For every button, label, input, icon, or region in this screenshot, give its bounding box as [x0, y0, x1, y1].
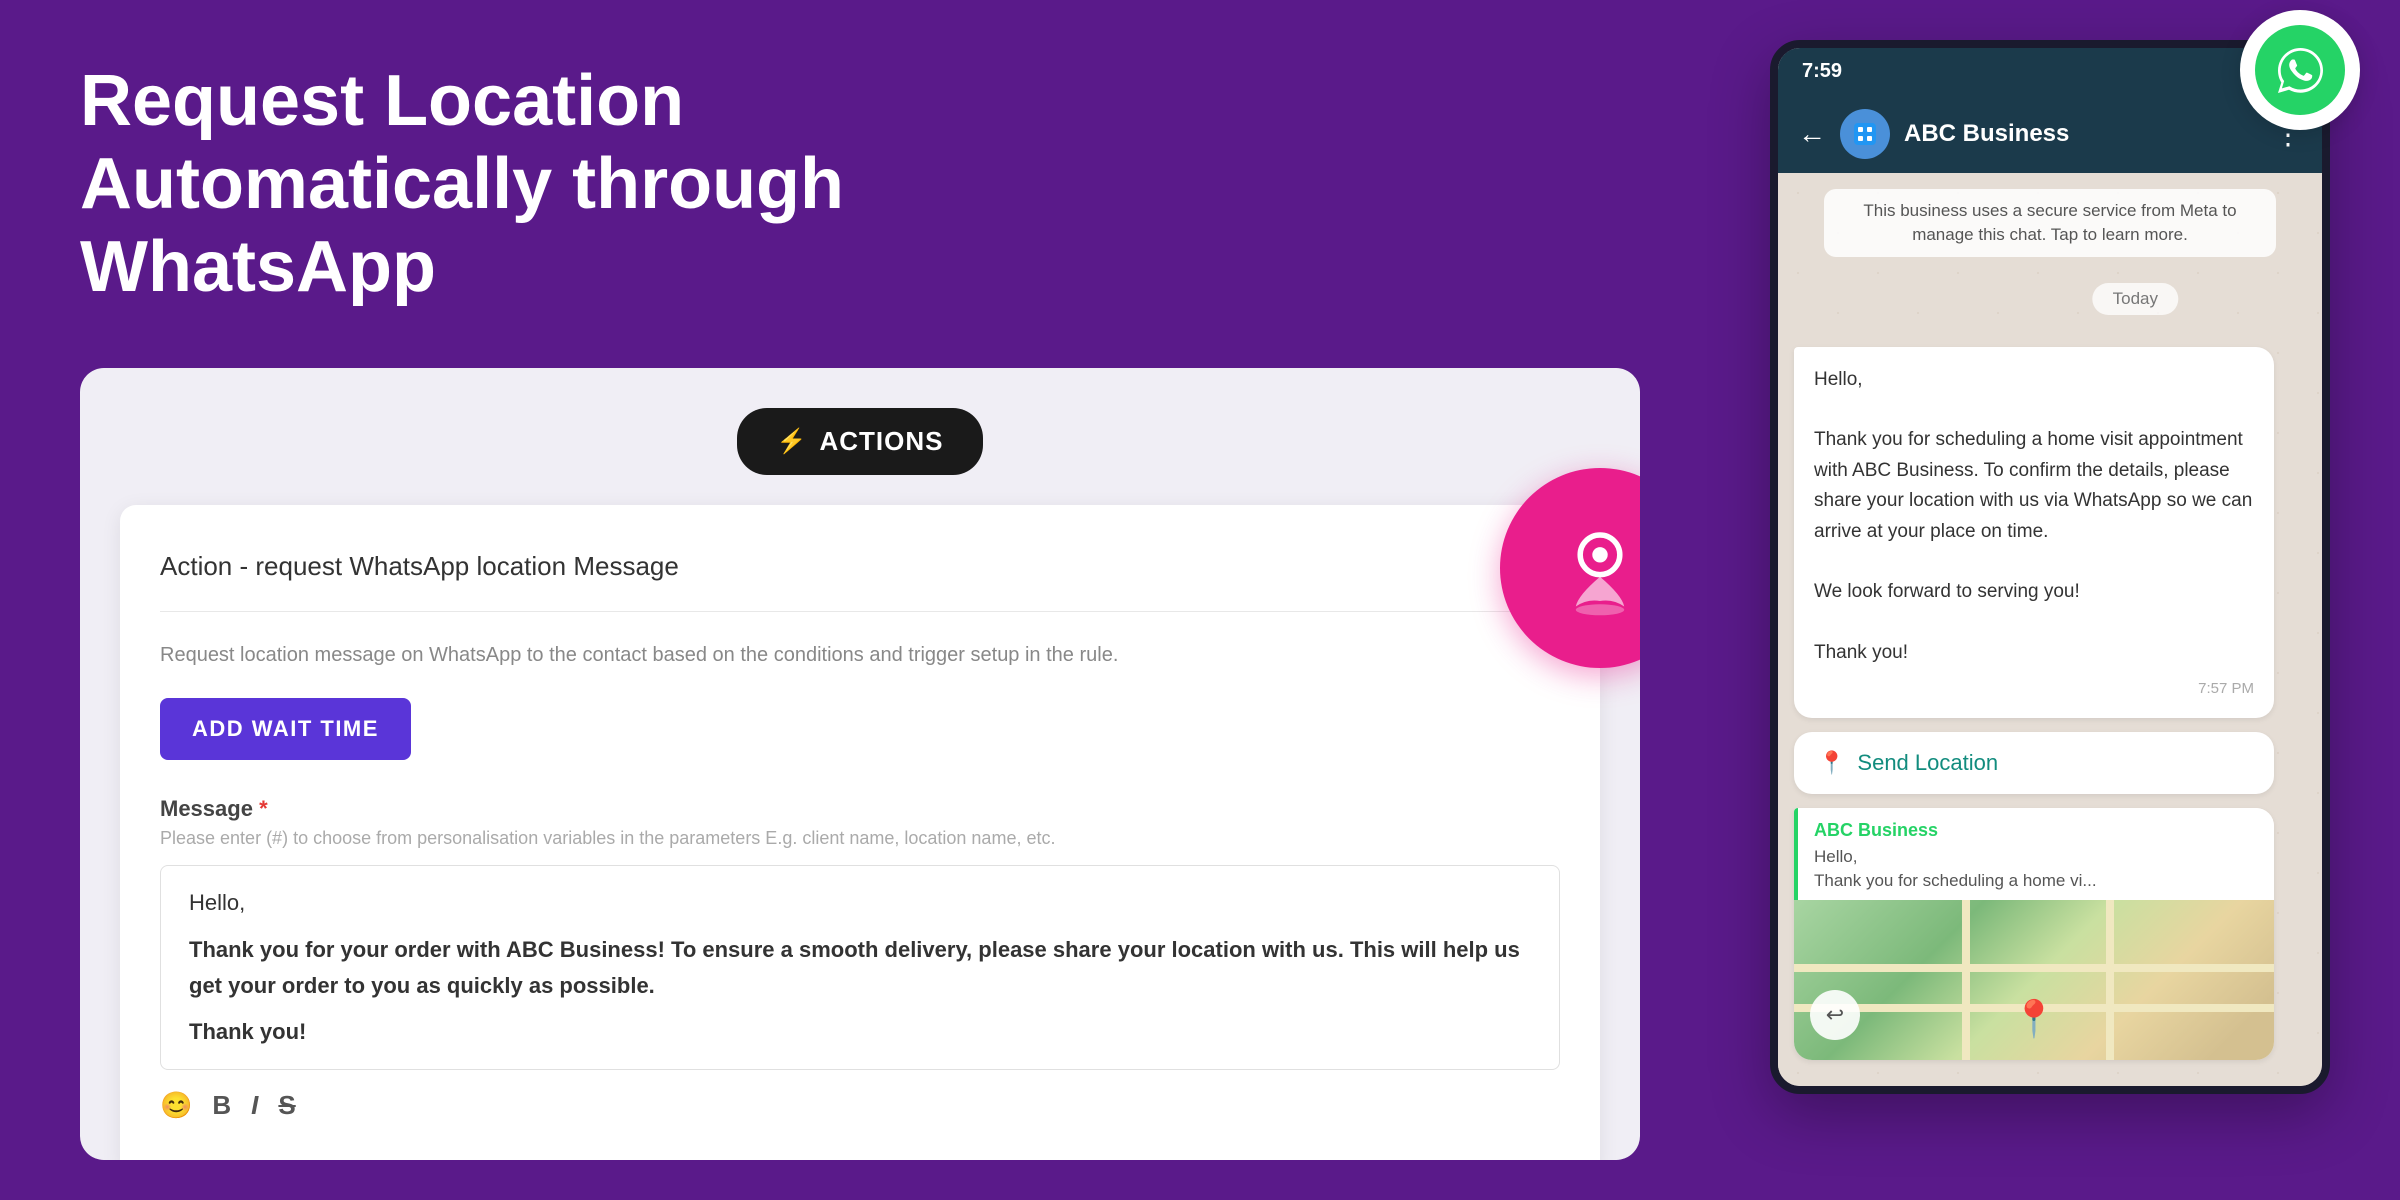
abc-card-line1: Hello,: [1814, 845, 2258, 869]
map-preview: 📍 ↩: [1794, 900, 2274, 1060]
msg-greeting: Hello,: [1814, 365, 2254, 395]
message-body: Thank you for your order with ABC Busine…: [189, 932, 1531, 1002]
phone-chat-header: ← ABC Business ⋮: [1778, 95, 2322, 173]
description-text: Request location message on WhatsApp to …: [160, 640, 1560, 670]
abc-card-line2: Thank you for scheduling a home vi...: [1814, 869, 2258, 893]
abc-business-card: ABC Business Hello, Thank you for schedu…: [1794, 808, 2274, 1061]
msg-thanks: Thank you!: [1814, 638, 2254, 668]
phone-screen: 7:59 ← ABC Business ⋮: [1770, 40, 2330, 1094]
contact-name: ABC Business: [1904, 120, 2260, 148]
lightning-icon: ⚡: [777, 427, 808, 456]
abc-card-header: ABC Business Hello, Thank you for schedu…: [1794, 808, 2274, 901]
actions-button[interactable]: ⚡ ACTIONS: [737, 408, 984, 475]
required-indicator: *: [259, 796, 268, 821]
whatsapp-logo: [2255, 25, 2345, 115]
msg-body: Thank you for scheduling a home visit ap…: [1814, 425, 2254, 547]
map-pin-icon: 📍: [2012, 998, 2057, 1040]
emoji-icon[interactable]: 😊: [160, 1090, 192, 1121]
back-arrow-icon[interactable]: ←: [1798, 118, 1826, 150]
message-label: Message *: [160, 796, 1560, 822]
action-card: Action - request WhatsApp location Messa…: [120, 505, 1600, 1160]
location-pin-icon: 📍: [1818, 750, 1845, 776]
action-card-header: Action - request WhatsApp location Messa…: [160, 541, 1560, 612]
message-hint: Please enter (#) to choose from personal…: [160, 828, 1560, 849]
phone-time: 7:59: [1802, 60, 1842, 83]
right-section: 7:59 ← ABC Business ⋮: [1700, 0, 2400, 1200]
strikethrough-icon[interactable]: S: [278, 1090, 295, 1121]
message-editor[interactable]: Hello, Thank you for your order with ABC…: [160, 865, 1560, 1069]
date-badge: Today: [2093, 283, 2178, 315]
add-wait-time-button[interactable]: ADD WAIT TIME: [160, 698, 411, 760]
chat-area: This business uses a secure service from…: [1778, 173, 2322, 1086]
send-location-button[interactable]: 📍 Send Location: [1794, 732, 2274, 794]
italic-icon[interactable]: I: [251, 1090, 258, 1121]
editor-container: ⚡ ACTIONS Action - request WhatsApp loca…: [80, 368, 1640, 1160]
editor-toolbar: 😊 B I S: [160, 1070, 1560, 1141]
message-thanks: Thank you!: [189, 1019, 1531, 1045]
incoming-message: Hello, Thank you for scheduling a home v…: [1794, 347, 2274, 718]
actions-bar: ⚡ ACTIONS: [120, 408, 1600, 475]
system-message: This business uses a secure service from…: [1824, 189, 2276, 257]
abc-card-sender: ABC Business: [1814, 820, 2258, 841]
message-timestamp: 7:57 PM: [1814, 677, 2254, 700]
map-location-icon: [1545, 513, 1640, 623]
msg-forward: We look forward to serving you!: [1814, 577, 2254, 607]
phone-wrapper: 7:59 ← ABC Business ⋮: [1770, 40, 2330, 1094]
action-card-title: Action - request WhatsApp location Messa…: [160, 551, 679, 582]
contact-avatar: [1840, 109, 1890, 159]
forward-icon[interactable]: ↩: [1810, 990, 1860, 1040]
page-headline: Request Location Automatically through W…: [80, 60, 980, 308]
message-greeting: Hello,: [189, 890, 1531, 916]
whatsapp-badge: [2240, 10, 2360, 130]
left-section: Request Location Automatically through W…: [0, 0, 1700, 1200]
bold-icon[interactable]: B: [212, 1090, 231, 1121]
